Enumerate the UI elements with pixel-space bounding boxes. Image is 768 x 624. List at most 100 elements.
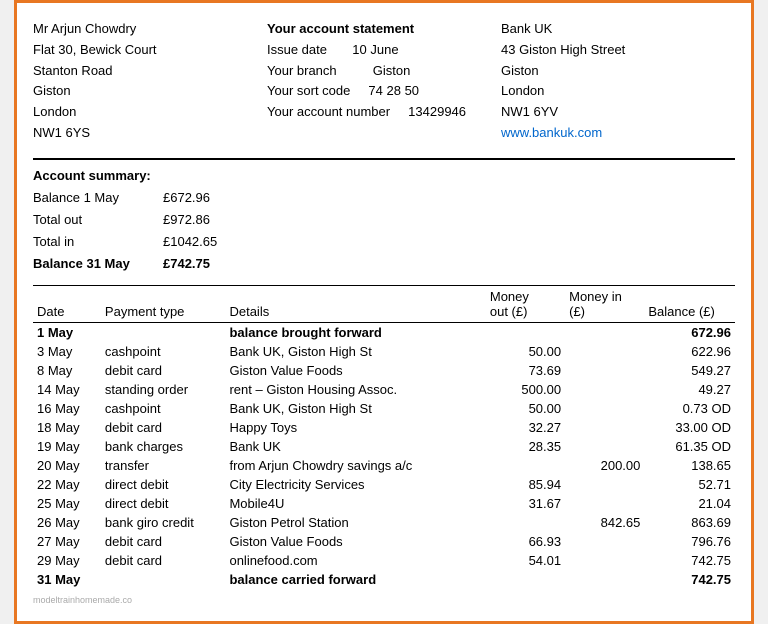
account-title: Your account statement [267, 21, 414, 36]
table-cell: 31 May [33, 570, 101, 589]
table-row: 16 MaycashpointBank UK, Giston High St50… [33, 399, 735, 418]
table-row: 31 Maybalance carried forward742.75 [33, 570, 735, 589]
table-cell: 863.69 [644, 513, 735, 532]
col-header-date: Date [33, 286, 101, 323]
table-cell: 0.73 OD [644, 399, 735, 418]
table-cell: 742.75 [644, 570, 735, 589]
table-row: 20 Maytransferfrom Arjun Chowdry savings… [33, 456, 735, 475]
table-cell: Mobile4U [225, 494, 485, 513]
bank-address1: 43 Giston High Street [501, 40, 735, 61]
table-cell: from Arjun Chowdry savings a/c [225, 456, 485, 475]
table-cell: balance brought forward [225, 323, 485, 343]
table-cell: onlinefood.com [225, 551, 485, 570]
table-cell [565, 342, 644, 361]
table-cell: bank giro credit [101, 513, 226, 532]
table-cell: Bank UK, Giston High St [225, 399, 485, 418]
table-cell: 19 May [33, 437, 101, 456]
table-cell: 20 May [33, 456, 101, 475]
table-cell: 61.35 OD [644, 437, 735, 456]
thick-divider-1 [33, 158, 735, 160]
table-cell [565, 323, 644, 343]
customer-address2: Stanton Road [33, 61, 267, 82]
table-cell: 54.01 [486, 551, 565, 570]
table-cell: 842.65 [565, 513, 644, 532]
transactions-table: Date Payment type Details Moneyout (£) M… [33, 285, 735, 589]
table-cell: Giston Value Foods [225, 532, 485, 551]
table-cell [565, 551, 644, 570]
table-cell [486, 323, 565, 343]
table-cell [565, 570, 644, 589]
table-cell [565, 399, 644, 418]
table-cell: 14 May [33, 380, 101, 399]
table-cell: 33.00 OD [644, 418, 735, 437]
summary-label-1: Total out [33, 209, 163, 231]
table-cell [565, 475, 644, 494]
table-row: 8 Maydebit cardGiston Value Foods73.6954… [33, 361, 735, 380]
account-details: Your account statement Issue date 10 Jun… [267, 19, 501, 144]
summary-row-3: Balance 31 May £742.75 [33, 253, 735, 275]
summary-label-0: Balance 1 May [33, 187, 163, 209]
col-header-moneyin: Money in(£) [565, 286, 644, 323]
col-header-balance: Balance (£) [644, 286, 735, 323]
table-cell: Giston Value Foods [225, 361, 485, 380]
table-row: 14 Maystanding orderrent – Giston Housin… [33, 380, 735, 399]
table-cell: 85.94 [486, 475, 565, 494]
bank-website[interactable]: www.bankuk.com [501, 123, 735, 144]
table-cell: 1 May [33, 323, 101, 343]
bank-address4: NW1 6YV [501, 102, 735, 123]
table-row: 22 Maydirect debitCity Electricity Servi… [33, 475, 735, 494]
table-cell: debit card [101, 418, 226, 437]
table-cell [565, 532, 644, 551]
table-cell: 742.75 [644, 551, 735, 570]
summary-label-2: Total in [33, 231, 163, 253]
table-header-row: Date Payment type Details Moneyout (£) M… [33, 286, 735, 323]
table-cell: City Electricity Services [225, 475, 485, 494]
account-number-value: 13429946 [408, 104, 466, 119]
table-cell: debit card [101, 361, 226, 380]
bank-address2: Giston [501, 61, 735, 82]
sort-code-label: Your sort code [267, 83, 350, 98]
branch-value: Giston [373, 63, 411, 78]
summary-row-2: Total in £1042.65 [33, 231, 735, 253]
table-cell: 22 May [33, 475, 101, 494]
table-cell: 21.04 [644, 494, 735, 513]
table-cell: 32.27 [486, 418, 565, 437]
header-section: Mr Arjun Chowdry Flat 30, Bewick Court S… [33, 19, 735, 144]
bank-statement: Mr Arjun Chowdry Flat 30, Bewick Court S… [14, 0, 754, 624]
table-cell: 8 May [33, 361, 101, 380]
table-cell: bank charges [101, 437, 226, 456]
table-cell [486, 570, 565, 589]
summary-value-1: £972.86 [163, 209, 263, 231]
table-cell: debit card [101, 551, 226, 570]
table-cell [565, 494, 644, 513]
table-cell: Giston Petrol Station [225, 513, 485, 532]
table-cell: 28.35 [486, 437, 565, 456]
branch-label: Your branch [267, 63, 337, 78]
table-cell: 3 May [33, 342, 101, 361]
col-header-payment: Payment type [101, 286, 226, 323]
table-row: 25 Maydirect debitMobile4U31.6721.04 [33, 494, 735, 513]
watermark: modeltrainhomemade.co [33, 595, 735, 605]
customer-address3: Giston [33, 81, 267, 102]
table-cell: 31.67 [486, 494, 565, 513]
table-cell: Bank UK [225, 437, 485, 456]
table-cell: Happy Toys [225, 418, 485, 437]
table-cell: 50.00 [486, 342, 565, 361]
table-cell: rent – Giston Housing Assoc. [225, 380, 485, 399]
bank-address: Bank UK 43 Giston High Street Giston Lon… [501, 19, 735, 144]
issue-date-value: 10 June [352, 42, 398, 57]
summary-row-1: Total out £972.86 [33, 209, 735, 231]
table-cell: cashpoint [101, 342, 226, 361]
customer-name: Mr Arjun Chowdry [33, 19, 267, 40]
table-cell: 29 May [33, 551, 101, 570]
summary-label-3: Balance 31 May [33, 253, 163, 275]
summary-value-2: £1042.65 [163, 231, 263, 253]
table-cell: transfer [101, 456, 226, 475]
table-cell [565, 380, 644, 399]
table-cell: 73.69 [486, 361, 565, 380]
table-row: 1 Maybalance brought forward672.96 [33, 323, 735, 343]
table-cell: 18 May [33, 418, 101, 437]
bank-name: Bank UK [501, 19, 735, 40]
table-cell: cashpoint [101, 399, 226, 418]
table-cell: 49.27 [644, 380, 735, 399]
